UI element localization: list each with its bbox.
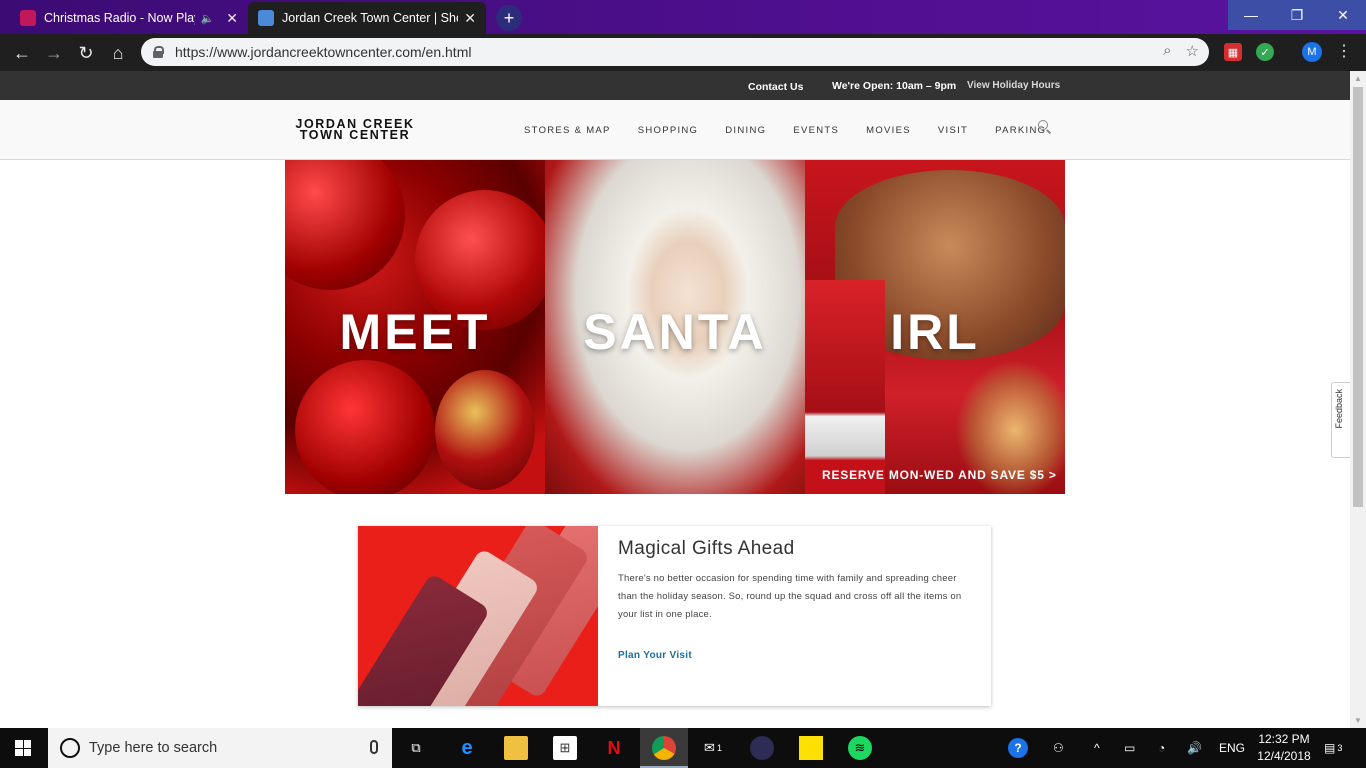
- tab-christmas-radio[interactable]: Christmas Radio - Now Playing 🔈 ✕: [10, 2, 248, 34]
- menu-kebab-icon[interactable]: ⋮: [1336, 41, 1352, 61]
- nav-item-shopping[interactable]: SHOPPING: [638, 125, 699, 136]
- language-indicator[interactable]: ENG: [1219, 728, 1245, 768]
- scrollbar-thumb[interactable]: [1353, 87, 1363, 507]
- calendar-extension-icon[interactable]: ▦: [1224, 43, 1242, 61]
- speaker-icon[interactable]: 🔈: [201, 12, 215, 25]
- clock-date: 12/4/2018: [1257, 749, 1311, 763]
- windows-start-icon[interactable]: [15, 740, 31, 756]
- notification-count: 3: [1337, 743, 1343, 753]
- close-window-button[interactable]: ✕: [1320, 0, 1366, 30]
- main-navigation: JORDAN CREEK TOWN CENTER STORES & MAP SH…: [0, 100, 1350, 160]
- hero-panel-ornaments: MEET: [285, 160, 545, 494]
- check-extension-icon[interactable]: ✓: [1256, 43, 1274, 61]
- sticky-notes-icon[interactable]: [799, 736, 823, 760]
- hero-panel-santa: SANTA: [545, 160, 805, 494]
- mail-badge: 1: [716, 743, 722, 753]
- logo-line-2: TOWN CENTER: [299, 128, 411, 142]
- file-explorer-icon[interactable]: [504, 736, 528, 760]
- minimize-button[interactable]: —: [1228, 0, 1274, 30]
- nav-item-movies[interactable]: MOVIES: [866, 125, 911, 136]
- tab-label: Christmas Radio - Now Playing: [44, 11, 195, 25]
- cortana-icon: [60, 738, 80, 758]
- wifi-icon[interactable]: ◔: [1158, 728, 1165, 768]
- nav-item-dining[interactable]: DINING: [725, 125, 766, 136]
- lock-icon: [153, 46, 164, 58]
- ties-image: [358, 526, 598, 706]
- tray-chevron-up-icon[interactable]: ^: [1094, 728, 1100, 768]
- edge-browser-icon[interactable]: e: [455, 736, 479, 760]
- radio-favicon-icon: [20, 10, 36, 26]
- new-tab-button[interactable]: +: [496, 5, 522, 31]
- url-text: https://www.jordancreektowncenter.com/en…: [175, 44, 472, 60]
- feature-title: Magical Gifts Ahead: [618, 538, 795, 559]
- home-icon[interactable]: ⌂: [106, 41, 130, 65]
- store-icon[interactable]: ⊞: [553, 736, 577, 760]
- search-icon[interactable]: [1038, 120, 1051, 133]
- zoom-icon[interactable]: ⌕: [1163, 42, 1171, 60]
- hero-panel-ribbon: IRL: [805, 160, 1065, 494]
- eclipse-icon[interactable]: [750, 736, 774, 760]
- volume-icon[interactable]: 🔊: [1187, 728, 1202, 768]
- feature-card: Magical Gifts Ahead There's no better oc…: [358, 526, 991, 706]
- task-view-icon[interactable]: ⧉: [404, 736, 428, 760]
- nav-item-visit[interactable]: VISIT: [938, 125, 968, 136]
- profile-avatar[interactable]: M: [1302, 42, 1322, 62]
- contact-us-link[interactable]: Contact Us: [748, 81, 803, 93]
- taskbar-clock[interactable]: 12:32 PM 12/4/2018: [1254, 731, 1314, 765]
- windows-taskbar: Type here to search ⧉ e ⊞ N ✉ 1 ≋ ? ⚇ ^ ▭…: [0, 728, 1366, 768]
- taskbar-search-placeholder: Type here to search: [89, 740, 218, 756]
- bookmark-star-icon[interactable]: ☆: [1186, 42, 1199, 60]
- microphone-icon[interactable]: [370, 740, 378, 754]
- spotify-icon[interactable]: ≋: [848, 736, 872, 760]
- site-favicon-icon: [258, 10, 274, 26]
- tab-jordan-creek[interactable]: Jordan Creek Town Center | Shop ✕: [248, 2, 486, 34]
- nav-menu: STORES & MAP SHOPPING DINING EVENTS MOVI…: [524, 125, 1073, 136]
- help-icon[interactable]: ?: [1008, 728, 1028, 768]
- people-icon[interactable]: ⚇: [1053, 728, 1064, 768]
- site-logo[interactable]: JORDAN CREEK TOWN CENTER: [294, 118, 416, 142]
- restore-button[interactable]: ❐: [1274, 0, 1320, 30]
- taskbar-search-box[interactable]: Type here to search: [48, 728, 392, 768]
- feature-body: There's no better occasion for spending …: [618, 573, 962, 620]
- scroll-down-icon[interactable]: ▼: [1354, 716, 1362, 725]
- feedback-label: Feedback: [1334, 389, 1344, 429]
- web-page: Contact Us We're Open: 10am – 9pm View H…: [0, 71, 1350, 728]
- hero-word-meet: MEET: [339, 304, 491, 360]
- hero-word-santa: SANTA: [583, 304, 767, 360]
- address-bar[interactable]: https://www.jordancreektowncenter.com/en…: [141, 38, 1209, 66]
- hero-word-irl: IRL: [890, 304, 980, 360]
- netflix-icon[interactable]: N: [602, 736, 626, 760]
- reserve-cta-link[interactable]: RESERVE MON-WED AND SAVE $5 >: [822, 468, 1057, 482]
- browser-toolbar: ← → ↻ ⌂ https://www.jordancreektowncente…: [0, 34, 1366, 71]
- nav-item-stores-map[interactable]: STORES & MAP: [524, 125, 611, 136]
- open-hours-text: We're Open: 10am – 9pm: [832, 80, 957, 92]
- browser-titlebar: Christmas Radio - Now Playing 🔈 ✕ Jordan…: [0, 0, 1366, 34]
- clock-time: 12:32 PM: [1258, 732, 1310, 746]
- forward-arrow-icon[interactable]: →: [42, 41, 66, 65]
- mail-icon[interactable]: ✉ 1: [701, 736, 725, 760]
- hero-banner[interactable]: MEET SANTA IRL RESERVE MON-WED AND SAVE …: [285, 160, 1065, 494]
- nav-item-events[interactable]: EVENTS: [793, 125, 839, 136]
- page-scrollbar[interactable]: ▲ ▼: [1350, 71, 1366, 728]
- battery-icon[interactable]: ▭: [1124, 728, 1135, 768]
- feedback-tab[interactable]: Feedback: [1331, 382, 1350, 458]
- plan-visit-link[interactable]: Plan Your Visit: [618, 650, 692, 661]
- holiday-hours-link[interactable]: View Holiday Hours: [967, 80, 1060, 91]
- utility-bar: Contact Us We're Open: 10am – 9pm View H…: [0, 71, 1350, 100]
- reload-icon[interactable]: ↻: [74, 41, 98, 65]
- tab-close-icon[interactable]: ✕: [464, 10, 476, 27]
- tab-close-icon[interactable]: ✕: [226, 10, 238, 27]
- notifications-icon[interactable]: ▤ 3: [1324, 728, 1342, 768]
- back-arrow-icon[interactable]: ←: [10, 41, 34, 65]
- tab-label: Jordan Creek Town Center | Shop: [282, 11, 459, 25]
- scroll-up-icon[interactable]: ▲: [1354, 74, 1362, 83]
- chrome-icon[interactable]: [652, 736, 676, 760]
